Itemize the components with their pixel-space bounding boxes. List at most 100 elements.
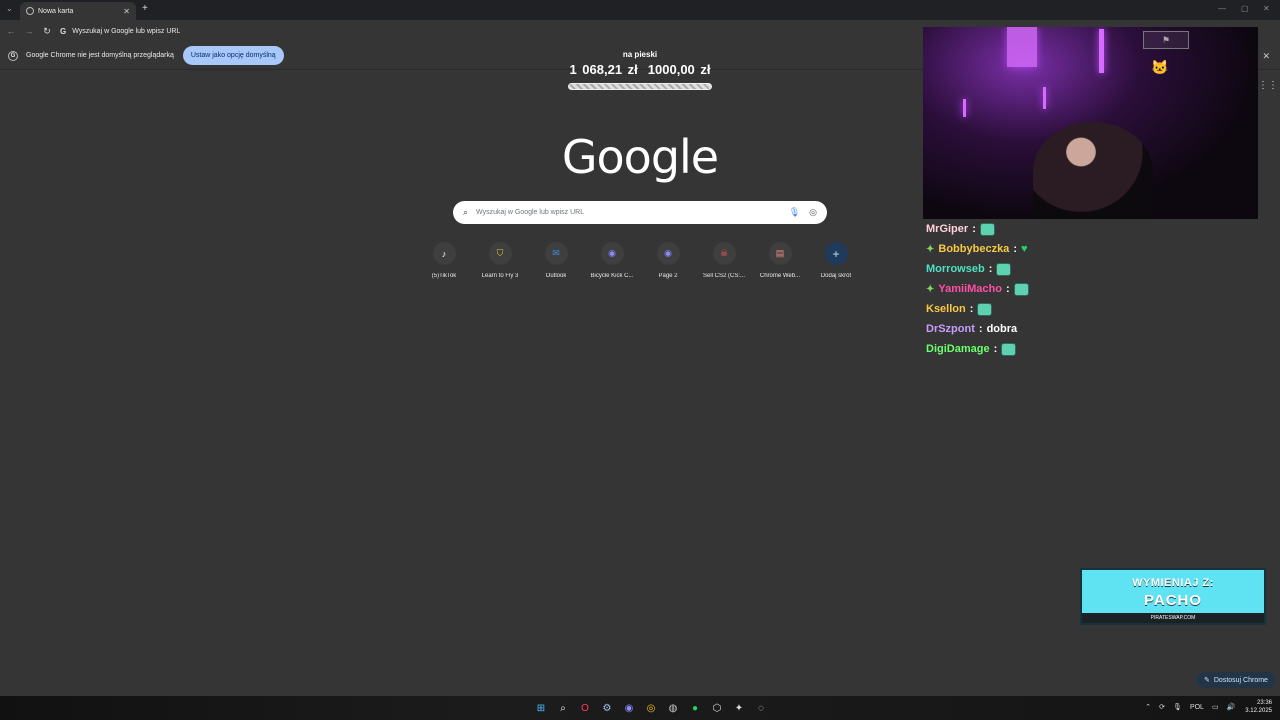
shortcut-label: Bicycle Kick C...: [590, 273, 634, 279]
reload-icon[interactable]: ↻: [38, 26, 56, 37]
tab-search-icon[interactable]: ⌄: [6, 4, 13, 13]
microphone-icon[interactable]: 🎙: [1173, 703, 1182, 711]
shortcut-label: (5)TikTok: [431, 273, 457, 279]
chat-separator: :: [1005, 283, 1010, 295]
apps-grid-icon[interactable]: ⋮⋮: [1258, 80, 1278, 91]
new-tab-button[interactable]: +: [142, 3, 148, 14]
chat-username: Bobbybeczka: [938, 243, 1010, 255]
infobar-close-icon[interactable]: ✕: [1262, 51, 1270, 62]
google-logo: Google: [561, 130, 719, 184]
discord-icon: ◉: [600, 242, 624, 265]
set-default-button[interactable]: Ustaw jako opcję domyślną: [182, 46, 284, 65]
neon-light: [963, 99, 966, 117]
cat-mask-decoration: 🐱: [1151, 59, 1169, 75]
ad-code: PACHO: [1143, 592, 1203, 609]
shortcut-label: Sell CS2 (CS:...: [702, 273, 745, 279]
chat-separator: :: [993, 343, 998, 355]
chat-separator: :: [972, 223, 976, 235]
shortcut-sell-cs2[interactable]: ☠ Sell CS2 (CS:...: [696, 242, 752, 279]
clock[interactable]: 23:36 3.12.2025: [1245, 699, 1272, 715]
shortcut-learn-to-fly[interactable]: ⛉ Learn to Fly 3: [472, 242, 528, 279]
search-box[interactable]: ⌕ Wyszukaj w Google lub wpisz URL 🎙 ◎: [453, 201, 827, 224]
shortcut-page-2[interactable]: ◉ Page 2: [640, 242, 696, 279]
microphone-icon[interactable]: 🎙: [789, 207, 800, 218]
maximize-icon[interactable]: ▢: [1241, 4, 1249, 13]
customize-label: Dostosuj Chrome: [1213, 676, 1268, 684]
emote-icon: [1013, 282, 1029, 296]
sub-badge-icon: ✦: [926, 283, 935, 295]
chat-separator: :: [978, 323, 983, 335]
neon-light: [1007, 27, 1037, 67]
chat-username: Morrowseb: [926, 263, 985, 275]
tiktok-icon: ♪: [432, 242, 456, 265]
discord-icon[interactable]: ◉: [620, 700, 638, 716]
emote-icon: [996, 262, 1012, 276]
network-icon[interactable]: ▭: [1212, 703, 1219, 711]
neon-light: [1099, 29, 1104, 73]
outlook-icon: ✉: [544, 242, 568, 265]
wall-sign: ⚑: [1143, 31, 1189, 49]
chat-message: ✦ YamiiMacho:: [926, 279, 1186, 299]
app-icon[interactable]: ◌: [752, 700, 770, 716]
chat-separator: :: [1013, 243, 1017, 255]
shortcut-outlook[interactable]: ✉ Outlook: [528, 242, 584, 279]
store-icon: ▤: [768, 242, 792, 265]
chat-message: Ksellon:: [926, 299, 1186, 319]
forward-icon[interactable]: →: [20, 26, 38, 36]
shortcut-chrome-web-store[interactable]: ▤ Chrome Web...: [752, 242, 808, 279]
app-icon[interactable]: ✦: [730, 700, 748, 716]
chat-message: ✦ Bobbybeczka: ♥: [926, 239, 1186, 259]
windows-start-icon[interactable]: ⊞: [532, 700, 550, 716]
streamer: [1033, 122, 1153, 219]
sub-badge-icon: ✦: [926, 243, 935, 255]
chat-username: MrGiper: [926, 223, 969, 235]
chat-message: DigiDamage:: [926, 339, 1186, 359]
search-icon[interactable]: ⌕: [554, 700, 572, 716]
tab-new-tab[interactable]: Nowa karta ✕: [20, 2, 136, 20]
chat-message: MrGiper:: [926, 219, 1186, 239]
pirate-icon: ☠: [712, 242, 736, 265]
language-indicator[interactable]: POL: [1190, 704, 1204, 711]
chat-text: dobra: [986, 323, 1018, 335]
obs-icon[interactable]: ◍: [664, 700, 682, 716]
close-window-icon[interactable]: ✕: [1263, 4, 1270, 13]
chat-username: YamiiMacho: [938, 283, 1002, 295]
customize-chrome-button[interactable]: ✎ Dostosuj Chrome: [1196, 672, 1276, 688]
volume-icon[interactable]: 🔊: [1227, 703, 1236, 711]
spotify-icon[interactable]: ●: [686, 700, 704, 716]
omnibox[interactable]: G Wyszukaj w Google lub wpisz URL: [60, 23, 920, 39]
chevron-up-icon[interactable]: ⌃: [1145, 703, 1151, 711]
system-tray: ⌃ ⟳ 🎙 POL ▭ 🔊 23:36 3.12.2025: [1137, 699, 1272, 715]
steam-icon[interactable]: ⚙: [598, 700, 616, 716]
chat-username: Ksellon: [926, 303, 966, 315]
chat-message: Morrowseb:: [926, 259, 1186, 279]
shield-icon: ⛉: [488, 242, 512, 265]
app-icon[interactable]: ⬡: [708, 700, 726, 716]
minimize-icon[interactable]: —: [1218, 4, 1226, 13]
goal-current: 1 068,21 zł: [569, 62, 638, 77]
chrome-icon: [26, 7, 34, 15]
search-icon: ⌕: [463, 207, 469, 217]
emote-icon: [1001, 342, 1017, 356]
opera-icon[interactable]: O: [576, 700, 594, 716]
emote-icon: [979, 222, 995, 236]
search-input[interactable]: Wyszukaj w Google lub wpisz URL: [476, 209, 584, 216]
chrome-icon[interactable]: ◎: [642, 700, 660, 716]
shortcut-label: Learn to Fly 3: [481, 273, 519, 279]
shortcut-bicycle-kick[interactable]: ◉ Bicycle Kick C...: [584, 242, 640, 279]
shortcut-add[interactable]: + Dodaj skrót: [808, 242, 864, 279]
lens-icon[interactable]: ◎: [809, 207, 817, 218]
infobar-text: Google Chrome nie jest domyślną przegląd…: [26, 52, 174, 59]
sync-icon[interactable]: ⟳: [1159, 703, 1165, 711]
clock-date: 3.12.2025: [1245, 708, 1272, 714]
back-icon[interactable]: ←: [2, 26, 20, 36]
tab-strip: ⌄ Nowa karta ✕ + — ▢ ✕: [0, 0, 1280, 20]
shortcut-label: Chrome Web...: [759, 273, 801, 279]
tab-title: Nowa karta: [38, 7, 74, 15]
shortcut-label: Outlook: [545, 273, 567, 279]
shortcut-tiktok[interactable]: ♪ (5)TikTok: [416, 242, 472, 279]
close-tab-icon[interactable]: ✕: [123, 7, 130, 16]
discord-icon: ◉: [656, 242, 680, 265]
goal-progress-bar: [568, 83, 712, 90]
taskbar-apps: ⊞ ⌕ O ⚙ ◉ ◎ ◍ ● ⬡ ✦ ◌: [532, 700, 774, 716]
